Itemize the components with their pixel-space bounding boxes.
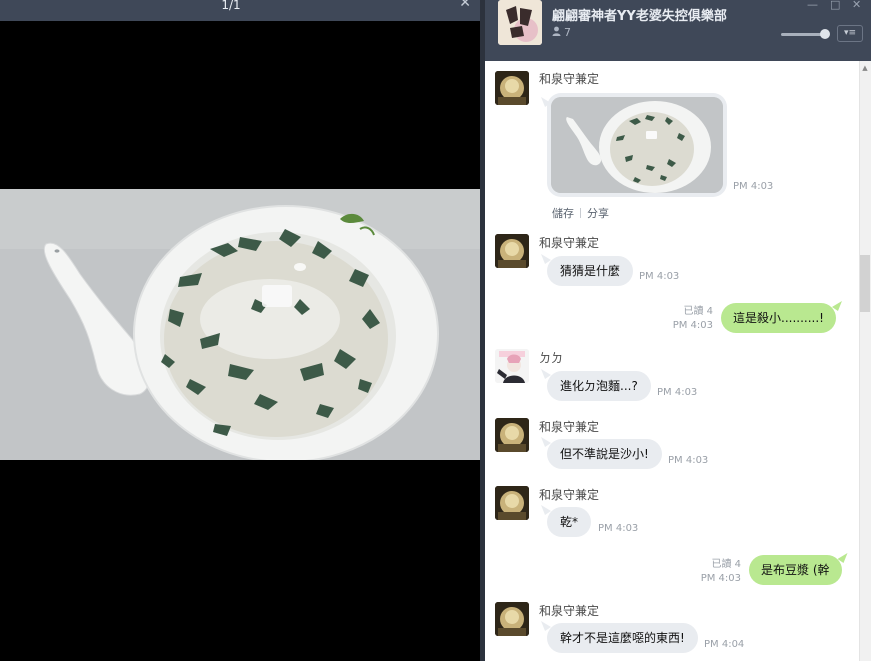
message-bubble[interactable]: 猜猜是什麼 <box>547 256 634 286</box>
message-time: PM 4:03 <box>700 573 741 584</box>
message-bubble[interactable]: 幹才不是這麼噁的東西! <box>547 623 698 653</box>
avatar[interactable] <box>495 486 529 520</box>
close-icon[interactable]: ✕ <box>459 0 471 10</box>
close-button[interactable]: ✕ <box>852 0 861 10</box>
message-time: PM 4:03 <box>672 320 713 331</box>
sender-name: 和泉守兼定 <box>539 236 600 250</box>
chat-header: 翩翩審神者YY老婆失控俱樂部 7 — □ ✕ ▾≡ <box>485 0 871 61</box>
avatar[interactable] <box>495 418 529 452</box>
read-receipt: 已讀 4 PM 4:03 <box>693 558 741 586</box>
message-time: PM 4:03 <box>639 271 680 282</box>
opacity-slider-knob[interactable] <box>820 29 830 39</box>
chat-panel: 翩翩審神者YY老婆失控俱樂部 7 — □ ✕ ▾≡ ▲ 和泉守兼定 PM 4:0… <box>485 0 871 661</box>
viewer-photo[interactable] <box>0 189 480 460</box>
message-time: PM 4:03 <box>668 455 709 466</box>
message-bubble-outgoing[interactable]: 是布豆漿 (幹 <box>749 555 842 585</box>
person-icon <box>552 26 561 39</box>
message-bubble[interactable]: 但不準說是沙小! <box>547 439 662 469</box>
menu-button[interactable]: ▾≡ <box>837 25 863 42</box>
share-image-link[interactable]: 分享 <box>587 205 609 221</box>
avatar[interactable] <box>495 234 529 268</box>
action-divider <box>580 208 581 218</box>
message-time: PM 4:03 <box>657 387 698 398</box>
save-image-link[interactable]: 儲存 <box>552 205 574 221</box>
image-actions: 儲存 分享 <box>552 205 609 221</box>
image-message[interactable] <box>547 93 727 197</box>
message-bubble[interactable]: 進化ㄉ泡麵...? <box>547 371 651 401</box>
scroll-up-arrow-icon[interactable]: ▲ <box>859 63 871 73</box>
soup-photo <box>0 189 480 460</box>
message-bubble-outgoing[interactable]: 這是殺小..........! <box>721 303 836 333</box>
message-time: PM 4:04 <box>704 639 745 650</box>
minimize-button[interactable]: — <box>807 0 818 10</box>
sender-name: 和泉守兼定 <box>539 420 600 434</box>
image-counter: 1/1 <box>221 0 241 12</box>
sender-name: 和泉守兼定 <box>539 488 600 502</box>
image-viewer: 1/1 ✕ <box>0 0 480 661</box>
maximize-button[interactable]: □ <box>830 0 840 10</box>
viewer-toolbar: 1/1 ✕ <box>0 0 480 21</box>
opacity-slider[interactable] <box>781 33 825 36</box>
avatar[interactable] <box>495 602 529 636</box>
read-count: 已讀 4 <box>711 559 741 570</box>
member-count[interactable]: 7 <box>552 26 571 39</box>
sender-name: 和泉守兼定 <box>539 72 600 86</box>
image-thumbnail[interactable] <box>551 97 723 193</box>
scrollbar-thumb[interactable] <box>860 255 870 312</box>
avatar[interactable] <box>495 71 529 105</box>
group-avatar[interactable] <box>498 0 542 45</box>
sender-name: ㄉㄉ <box>539 351 564 365</box>
message-bubble[interactable]: 乾* <box>547 507 592 537</box>
read-count: 已讀 4 <box>683 306 713 317</box>
message-time: PM 4:03 <box>598 523 639 534</box>
avatar[interactable] <box>495 349 529 383</box>
group-title: 翩翩審神者YY老婆失控俱樂部 <box>552 9 727 24</box>
read-receipt: 已讀 4 PM 4:03 <box>665 305 713 333</box>
sender-name: 和泉守兼定 <box>539 604 600 618</box>
message-time: PM 4:03 <box>733 181 774 192</box>
member-count-value: 7 <box>564 26 571 39</box>
group-avatar-art <box>498 0 542 45</box>
scrollbar[interactable] <box>859 61 871 661</box>
